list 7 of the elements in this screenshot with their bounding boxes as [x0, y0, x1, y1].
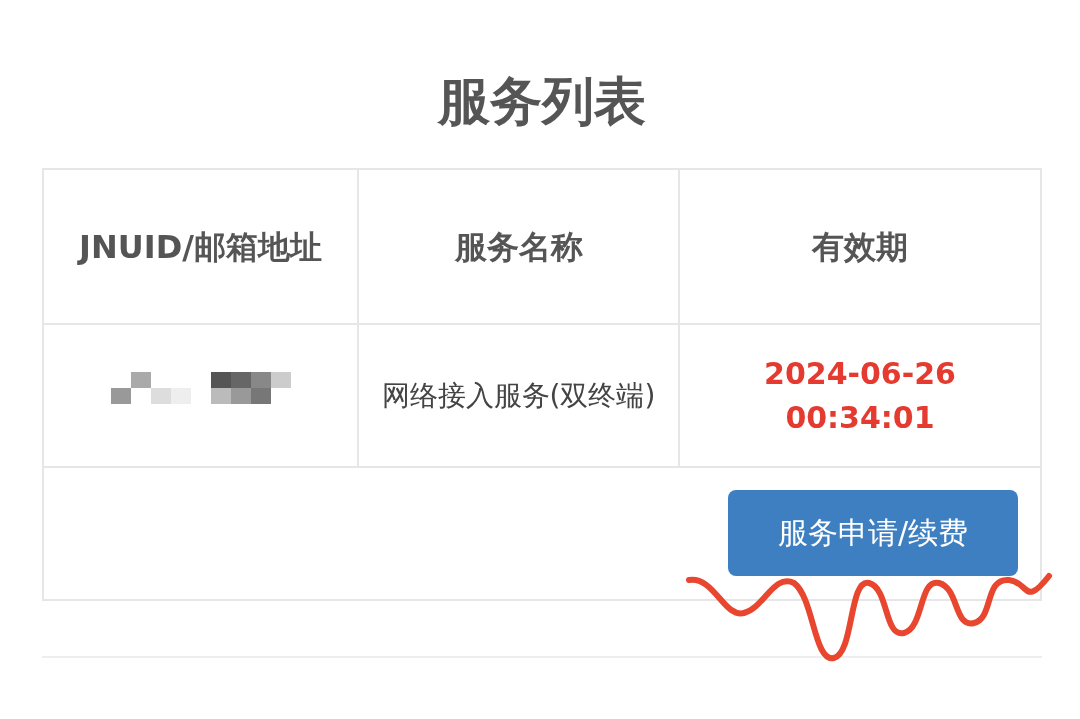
- expiry-date: 2024-06-26 00:34:01: [763, 354, 957, 437]
- apply-renew-button[interactable]: 服务申请/续费: [728, 490, 1018, 576]
- column-header: 有效期: [810, 226, 909, 268]
- page-title: 服务列表: [436, 70, 647, 133]
- column-header: 服务名称: [359, 170, 680, 323]
- column-header: JNUID/邮箱地址: [44, 170, 359, 323]
- table-cell: 网络接入服务(双终端): [359, 325, 680, 466]
